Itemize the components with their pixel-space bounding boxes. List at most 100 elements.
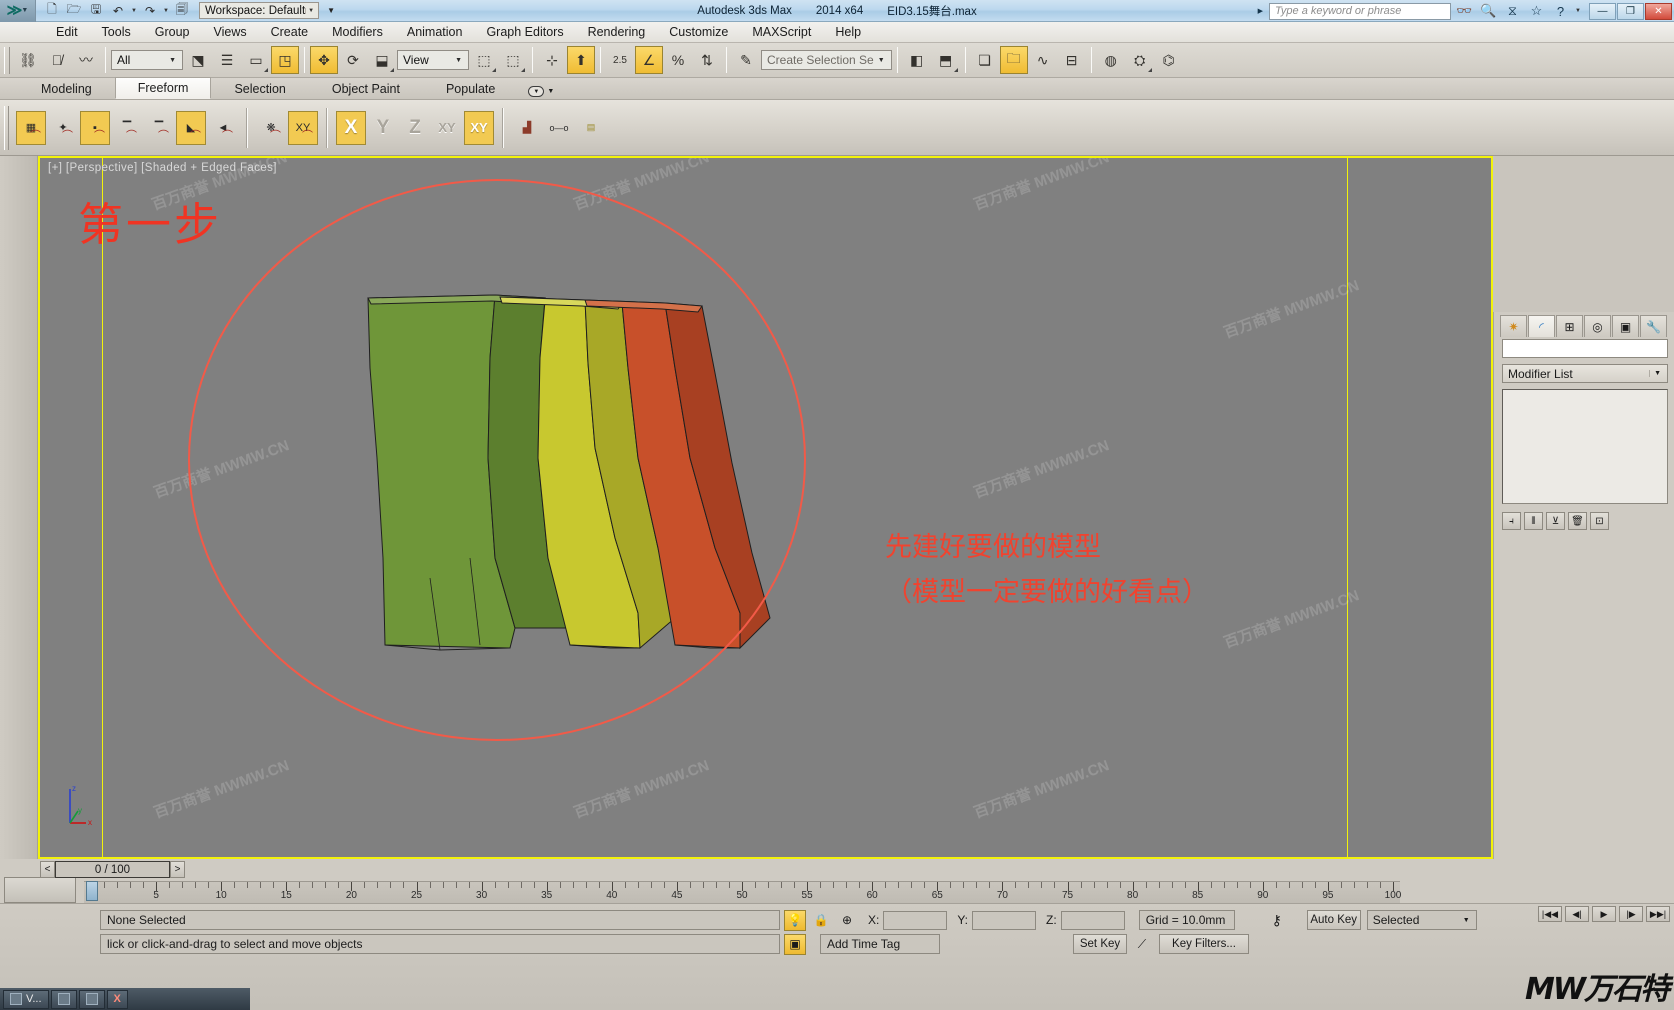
search-detail-icon[interactable]: 🔍 — [1478, 2, 1499, 21]
menu-tools[interactable]: Tools — [90, 23, 143, 41]
chevron-down-icon[interactable]: ▼ — [547, 88, 554, 95]
use-pivot-point-center-icon[interactable]: ⬚ — [470, 46, 498, 74]
play-animation-icon[interactable]: ▶ — [1592, 906, 1616, 922]
menu-maxscript[interactable]: MAXScript — [740, 23, 823, 41]
toolbar-grip[interactable] — [4, 46, 10, 74]
tab-populate[interactable]: Populate — [423, 78, 518, 99]
paint-scatter-icon[interactable]: ▤ — [576, 111, 606, 145]
paint-snap-vertex-icon[interactable]: ✦ ⌒ — [48, 111, 78, 145]
paint-normal-icon[interactable]: ◄ ⌒ — [208, 111, 238, 145]
key-filters-toggle-icon[interactable]: ⟋ — [1131, 934, 1153, 955]
create-tab[interactable]: ✷ — [1500, 315, 1527, 337]
use-selection-center-icon[interactable]: ⬚ — [499, 46, 527, 74]
keyboard-shortcut-override-icon[interactable]: ⬆ — [567, 46, 595, 74]
motion-tab[interactable]: ◎ — [1584, 315, 1611, 337]
select-and-manipulate-icon[interactable]: ⊹ — [538, 46, 566, 74]
modify-tab[interactable]: ◜ — [1528, 315, 1555, 337]
isolate-selection-icon[interactable]: 💡 — [784, 909, 806, 931]
add-time-tag-field[interactable]: Add Time Tag — [820, 934, 940, 954]
paint-snowflake-icon[interactable]: ❋ ⌒ — [256, 111, 286, 145]
close-button[interactable]: ✕ — [1645, 2, 1672, 20]
go-to-start-icon[interactable]: |◀◀ — [1538, 906, 1562, 922]
render-setup-icon[interactable]: ⛭ — [1126, 46, 1154, 74]
selection-lock-icon[interactable]: 🔒 — [810, 910, 832, 931]
auto-key-button[interactable]: Auto Key — [1306, 910, 1361, 930]
constrain-plane-xy-button[interactable]: XY — [432, 111, 462, 145]
selection-filter-combo[interactable]: All ▼ — [111, 50, 183, 70]
taskbar-item-close[interactable]: X — [106, 989, 128, 1009]
go-to-end-icon[interactable]: ▶▶| — [1646, 906, 1670, 922]
select-and-rotate-icon[interactable]: ⟳ — [339, 46, 367, 74]
pin-stack-icon[interactable]: ⫞ — [1502, 512, 1521, 530]
select-and-link-icon[interactable]: ⛓ — [14, 46, 42, 74]
track-bar-ruler[interactable]: 0510152025303540455055606570758085909510… — [84, 881, 1401, 903]
previous-frame-button[interactable]: < — [40, 861, 55, 878]
chevron-down-icon[interactable]: ▼ — [165, 57, 180, 64]
paint-xy-plane-icon[interactable]: XY ⌒ — [288, 110, 318, 145]
menu-edit[interactable]: Edit — [44, 23, 90, 41]
edit-named-selection-sets-icon[interactable]: ✎ — [732, 46, 760, 74]
next-frame-button[interactable]: > — [170, 861, 185, 878]
key-mode-toggle-icon[interactable]: ⚷ — [1247, 910, 1307, 931]
save-file-icon[interactable]: 🖫 — [86, 1, 106, 20]
paint-snap-grid-icon[interactable]: ▔ ⌒ — [144, 111, 174, 145]
y-input[interactable] — [972, 910, 1037, 930]
bind-to-space-warp-icon[interactable]: 〰 — [72, 46, 100, 74]
object-name-input[interactable] — [1502, 339, 1668, 358]
paint-snap-edge-icon[interactable]: ▪ ⌒ — [80, 110, 110, 145]
undo-dropdown-icon[interactable]: ▼ — [130, 8, 138, 14]
ribbon-minimize-icon[interactable]: ▼ — [528, 86, 545, 97]
time-slider-handle[interactable] — [86, 881, 98, 901]
taskbar-icon-2[interactable] — [78, 989, 105, 1009]
modifier-list-combo[interactable]: Modifier List ▼ — [1502, 364, 1668, 383]
material-editor-icon[interactable]: ◍ — [1097, 46, 1125, 74]
menu-help[interactable]: Help — [823, 23, 873, 41]
help-icon[interactable]: ? — [1550, 2, 1571, 21]
object-paint-brush-icon[interactable]: ▟ — [512, 111, 542, 145]
spinner-snap-toggle-icon[interactable]: ⇅ — [693, 46, 721, 74]
unlink-selection-icon[interactable]: ⛓̸ — [43, 46, 71, 74]
show-end-result-icon[interactable]: ⦀ — [1524, 512, 1543, 530]
menu-rendering[interactable]: Rendering — [576, 23, 658, 41]
maximize-button[interactable]: ❐ — [1617, 2, 1644, 20]
new-file-icon[interactable]: 🗋 — [42, 1, 62, 20]
menu-views[interactable]: Views — [201, 23, 258, 41]
make-unique-icon[interactable]: ⊻ — [1546, 512, 1565, 530]
chevron-down-icon[interactable]: ▼ — [305, 7, 316, 14]
percent-snap-toggle-icon[interactable]: % — [664, 46, 692, 74]
application-menu-button[interactable]: ≫ ▼ — [0, 0, 36, 22]
set-key-button[interactable]: Set Key — [1073, 934, 1127, 954]
tab-selection[interactable]: Selection — [211, 78, 308, 99]
mirror-icon[interactable]: ◧ — [903, 46, 931, 74]
current-frame-field[interactable]: 0 / 100 — [55, 861, 170, 878]
constrain-axis-y-button[interactable]: Y — [368, 111, 398, 145]
absolute-relative-mode-icon[interactable]: ⊕ — [836, 910, 858, 931]
x-input[interactable] — [883, 910, 948, 930]
menu-customize[interactable]: Customize — [657, 23, 740, 41]
layer-manager-icon[interactable]: ❏ — [971, 46, 999, 74]
reference-coordinate-combo[interactable]: View ▼ — [397, 50, 469, 70]
infocenter-expand-icon[interactable]: ▶ — [1255, 7, 1266, 15]
tab-freeform[interactable]: Freeform — [114, 77, 212, 99]
chevron-down-icon[interactable]: ▼ — [451, 57, 466, 64]
paint-snap-face-icon[interactable]: ▔ ⌒ — [112, 111, 142, 145]
taskbar-item-viewport[interactable]: V... — [3, 989, 49, 1009]
menu-modifiers[interactable]: Modifiers — [320, 23, 395, 41]
next-frame-icon[interactable]: |▶ — [1619, 906, 1643, 922]
remove-modifier-icon[interactable]: 🗑 — [1568, 512, 1587, 530]
chevron-down-icon[interactable]: ▼ — [874, 57, 889, 64]
menu-group[interactable]: Group — [143, 23, 202, 41]
named-selection-sets-combo[interactable]: Create Selection Se ▼ — [761, 50, 892, 70]
tab-modeling[interactable]: Modeling — [18, 78, 115, 99]
align-icon[interactable]: ⬒ — [932, 46, 960, 74]
redo-icon[interactable]: ↷ — [140, 1, 160, 20]
constrain-plane-xy-alt-button[interactable]: XY — [464, 110, 494, 145]
angle-snap-toggle-icon[interactable]: ∠ — [635, 46, 663, 74]
minimize-button[interactable]: — — [1589, 2, 1616, 20]
curve-editor-icon[interactable]: ∿ — [1029, 46, 1057, 74]
tab-object-paint[interactable]: Object Paint — [309, 78, 423, 99]
paint-snap-surface-icon[interactable]: ◣ ⌒ — [176, 110, 206, 145]
help-dropdown-icon[interactable]: ▼ — [1574, 8, 1582, 14]
paint-on-surface-icon[interactable]: ▦ ⌒ — [16, 110, 46, 145]
scene-explorer-icon[interactable]: 🗀 — [999, 46, 1028, 74]
